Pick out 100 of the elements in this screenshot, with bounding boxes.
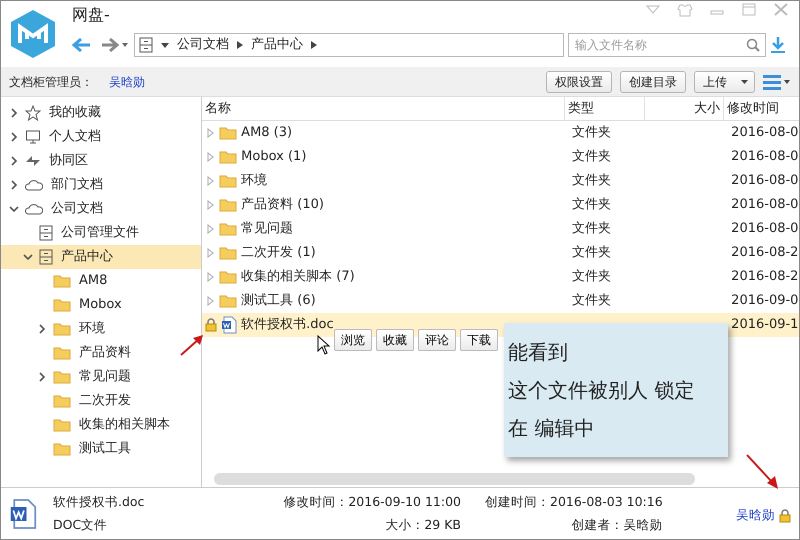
toolbar-button[interactable]: 创建目录 (620, 70, 686, 92)
date-cell-text: 2016-08-0 (731, 172, 798, 190)
tree-item[interactable]: 产品中心 (1, 245, 202, 269)
expand-arrow-icon (205, 224, 216, 234)
tree-item[interactable]: 产品资料 (1, 341, 202, 365)
type-cell-text: 文件夹 (572, 148, 612, 166)
caret-icon (161, 41, 169, 49)
menu-icon (763, 74, 791, 90)
tree-item[interactable]: 二次开发 (1, 389, 202, 413)
folder-name: 环境 (241, 172, 268, 190)
row-action-button[interactable]: 下载 (460, 329, 498, 351)
row-action-button[interactable]: 收藏 (376, 329, 414, 351)
tree-item[interactable]: 我的收藏 (1, 101, 202, 125)
column-header[interactable]: 类型 (565, 97, 646, 120)
download-icon[interactable] (770, 36, 786, 54)
file-row[interactable]: 常见问题 文件夹 2016-08-0 (202, 217, 799, 241)
folder-icon (219, 222, 238, 236)
folder-icon (219, 294, 238, 308)
chevron-right-icon (9, 108, 19, 118)
tree-item[interactable]: 个人文档 (1, 125, 202, 149)
type-cell-text: 文件夹 (572, 172, 612, 190)
folder-icon (219, 246, 238, 260)
caret-icon (741, 80, 748, 84)
folder-icon (53, 442, 71, 456)
folder-icon (53, 274, 71, 288)
cabinet-icon (39, 225, 53, 241)
file-row[interactable]: 二次开发 (1) 文件夹 2016-08-2 (202, 241, 799, 265)
address-bar[interactable]: 公司文档 产品中心 (134, 33, 564, 57)
search-field[interactable]: 输入文件名称 (568, 33, 766, 57)
date-cell-text: 2016-08-0 (731, 196, 798, 214)
forward-arrow-icon[interactable] (100, 37, 130, 53)
tree-item[interactable]: 公司文档 (1, 197, 202, 221)
upload-dropdown-button[interactable]: 上传 (694, 70, 755, 92)
column-header[interactable]: 大小 (645, 97, 724, 120)
file-type: DOC文件 (53, 516, 108, 534)
file-row[interactable]: 收集的相关脚本 (7) 文件夹 2016-08-2 (202, 265, 799, 289)
chevron-right-icon (37, 372, 47, 382)
file-row[interactable]: 产品资料 (10) 文件夹 2016-08-0 (202, 193, 799, 217)
folder-name: 测试工具 (6) (241, 292, 316, 310)
chevron-right-icon (311, 41, 317, 49)
app-logo (10, 9, 56, 59)
file-row[interactable]: AM8 (3) 文件夹 2016-08-0 (202, 121, 799, 145)
date-cell-text: 2016-09-1 (731, 316, 798, 334)
folder-icon (53, 346, 71, 360)
lock-owner-link[interactable]: 吴晗勋 (736, 506, 775, 525)
tree-item[interactable]: 协同区 (1, 149, 202, 173)
chevron-down-icon (23, 252, 33, 262)
expand-arrow-icon (205, 296, 216, 306)
breadcrumb-link[interactable]: 公司文档 (177, 35, 229, 55)
file-row[interactable]: 环境 文件夹 2016-08-0 (202, 169, 799, 193)
type-cell-text: 文件夹 (572, 268, 612, 286)
folder-icon (53, 418, 71, 432)
date-cell-text: 2016-08-2 (731, 244, 798, 262)
cabinet-icon (139, 37, 153, 53)
breadcrumb-link[interactable]: 产品中心 (251, 35, 303, 55)
tree-item[interactable]: 公司管理文件 (1, 221, 202, 245)
folder-icon (53, 322, 71, 336)
folder-icon (53, 370, 71, 384)
back-arrow-icon[interactable] (72, 37, 92, 53)
column-header[interactable]: 名称 (202, 97, 566, 120)
tree-item[interactable]: 环境 (1, 317, 202, 341)
file-name: 软件授权书.doc (241, 316, 334, 334)
expand-arrow-icon (205, 128, 216, 138)
cloud-icon (25, 178, 43, 192)
document-icon (9, 498, 37, 530)
scrollbar[interactable] (214, 473, 695, 485)
tree-item[interactable]: 测试工具 (1, 437, 202, 461)
toolbar-button[interactable]: 权限设置 (546, 70, 612, 92)
folder-icon (219, 150, 238, 164)
tree-item[interactable]: 常见问题 (1, 365, 202, 389)
tree-item[interactable]: AM8 (1, 269, 202, 293)
column-header[interactable]: 修改时间 (724, 97, 799, 120)
tree-item[interactable]: Mobox (1, 293, 202, 317)
expand-arrow-icon (205, 200, 216, 210)
chevron-right-icon (237, 41, 243, 49)
folder-icon (53, 298, 71, 312)
folder-name: Mobox (1) (241, 148, 306, 166)
date-cell-text: 2016-08-0 (731, 124, 798, 142)
folder-icon (219, 174, 238, 188)
folder-icon (219, 270, 238, 284)
folder-name: 收集的相关脚本 (7) (241, 268, 355, 286)
file-row[interactable]: 测试工具 (6) 文件夹 2016-09-0 (202, 289, 799, 313)
chevron-right-icon (9, 180, 19, 190)
file-row[interactable]: Mobox (1) 文件夹 2016-08-0 (202, 145, 799, 169)
type-cell-text: 文件夹 (572, 292, 612, 310)
star-icon (25, 105, 41, 121)
monitor-icon (25, 129, 41, 145)
admin-name-link[interactable]: 吴晗勋 (109, 72, 145, 90)
search-icon (746, 38, 760, 52)
row-action-button[interactable]: 浏览 (334, 329, 372, 351)
cursor-icon (317, 335, 331, 355)
type-cell-text: 文件夹 (572, 244, 612, 262)
window-title: 网盘- (72, 4, 110, 26)
tree-item[interactable]: 部门文档 (1, 173, 202, 197)
cloud-icon (25, 202, 43, 216)
type-cell-text: 文件夹 (572, 124, 612, 142)
row-action-button[interactable]: 评论 (418, 329, 456, 351)
date-cell-text: 2016-08-0 (731, 148, 798, 166)
type-cell-text: 文件夹 (572, 196, 612, 214)
tree-item[interactable]: 收集的相关脚本 (1, 413, 202, 437)
